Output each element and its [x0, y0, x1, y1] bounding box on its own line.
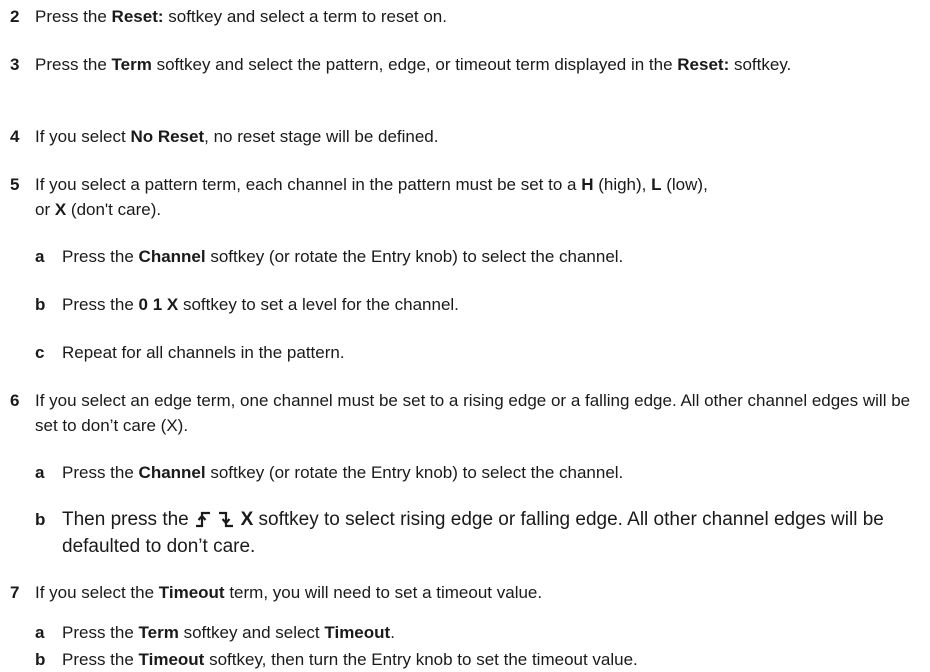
substep-letter: a	[35, 623, 45, 642]
step-number: 5	[10, 175, 20, 194]
substep-letter: b	[35, 650, 46, 669]
substep-text: Press the Term softkey and select Timeou…	[62, 623, 395, 642]
substep-text: Press the Timeout softkey, then turn the…	[62, 650, 638, 669]
step-text: If you select No Reset, no reset stage w…	[35, 127, 439, 146]
substep-letter: c	[35, 343, 45, 362]
step-number: 4	[10, 127, 20, 146]
step-number: 2	[10, 7, 20, 26]
step-text: If you select a pattern term, each chann…	[35, 175, 708, 219]
substep-letter: a	[35, 247, 45, 266]
substep-text: Press the Channel softkey (or rotate the…	[62, 463, 624, 482]
step-number: 6	[10, 391, 20, 410]
substep-letter: b	[35, 295, 46, 314]
substep-text: Then press the X softkey to select risin…	[62, 509, 884, 557]
rising-edge-icon	[194, 510, 212, 535]
substep-text: Press the Channel softkey (or rotate the…	[62, 247, 624, 266]
step-text: If you select the Timeout term, you will…	[35, 583, 543, 602]
substep-text: Repeat for all channels in the pattern.	[62, 343, 345, 362]
step-number: 7	[10, 583, 20, 602]
substep-letter: a	[35, 463, 45, 482]
step-number: 3	[10, 55, 20, 74]
substep-text: Press the 0 1 X softkey to set a level f…	[62, 295, 459, 314]
step-text: Press the Reset: softkey and select a te…	[35, 7, 447, 26]
step-text: Press the Term softkey and select the pa…	[35, 55, 792, 74]
substep-letter: b	[35, 510, 46, 529]
falling-edge-icon	[217, 510, 235, 535]
step-text: If you select an edge term, one channel …	[35, 391, 911, 435]
